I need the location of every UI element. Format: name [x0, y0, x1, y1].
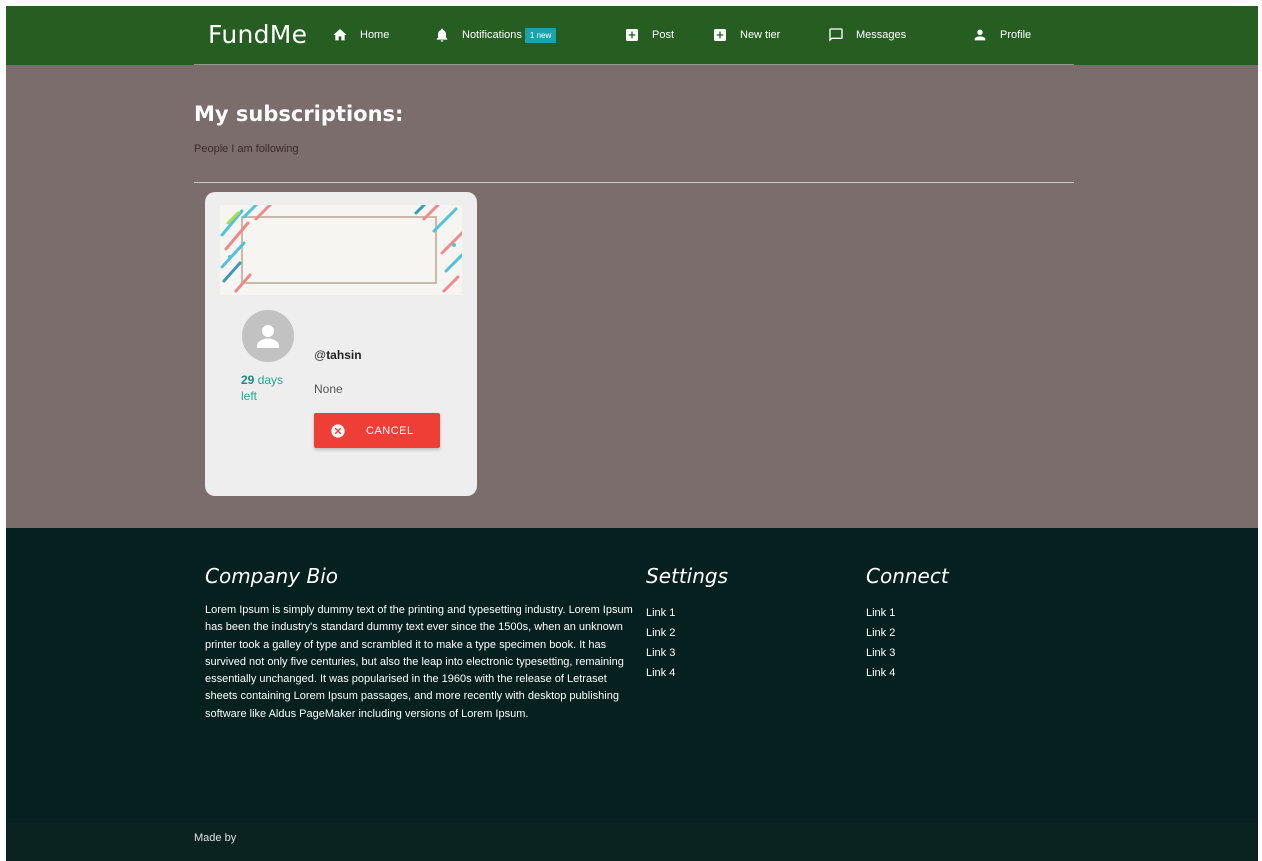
nav-messages[interactable]: Messages: [828, 24, 906, 46]
footer-connect-link[interactable]: Link 1: [866, 603, 895, 623]
footer: Company Bio Lorem Ipsum is simply dummy …: [6, 528, 1258, 861]
cancel-button[interactable]: CANCEL: [314, 413, 440, 448]
notifications-badge: 1 new: [524, 27, 557, 43]
footer-connect-links: Link 1 Link 2 Link 3 Link 4: [866, 603, 895, 683]
add-box-icon: [712, 27, 728, 43]
nav-new-tier[interactable]: New tier: [712, 24, 780, 46]
nav-notifications[interactable]: Notifications 1 new: [434, 24, 557, 46]
nav-notifications-label: Notifications: [462, 29, 522, 41]
cancel-button-label: CANCEL: [366, 424, 414, 437]
username[interactable]: @tahsin: [314, 348, 362, 362]
footer-bio-text: Lorem Ipsum is simply dummy text of the …: [205, 604, 633, 720]
nav-post-label: Post: [652, 29, 675, 41]
footer-settings-links: Link 1 Link 2 Link 3 Link 4: [646, 603, 675, 683]
nav-home[interactable]: Home: [332, 24, 389, 46]
nav-post[interactable]: Post: [624, 24, 674, 46]
nav-profile-label: Profile: [1000, 29, 1032, 41]
footer-connect-link[interactable]: Link 3: [866, 643, 895, 663]
home-icon: [332, 27, 348, 43]
footer-connect-heading: Connect: [866, 564, 949, 588]
footer-settings-link[interactable]: Link 2: [646, 623, 675, 643]
person-icon: [972, 27, 988, 43]
page: FundMe Home Notifications 1 new Post New…: [6, 6, 1258, 861]
footer-settings-link[interactable]: Link 3: [646, 643, 675, 663]
avatar[interactable]: [242, 310, 294, 362]
at-sign: @: [314, 348, 327, 362]
made-by-text: Made by: [194, 832, 237, 844]
section-divider: [194, 182, 1074, 183]
footer-settings-link[interactable]: Link 4: [646, 663, 675, 683]
brand-logo[interactable]: FundMe: [208, 20, 307, 49]
username-handle: tahsin: [326, 348, 362, 362]
footer-settings-link[interactable]: Link 1: [646, 603, 675, 623]
main-content: My subscriptions: People I am following: [6, 65, 1258, 528]
subscription-card: 29 days left @tahsin None CANCEL: [205, 192, 477, 496]
page-title: My subscriptions:: [194, 102, 404, 126]
nav-messages-label: Messages: [856, 29, 907, 41]
message-icon: [828, 27, 844, 43]
cancel-circle-icon: [330, 423, 346, 439]
navbar: FundMe Home Notifications 1 new Post New…: [6, 6, 1258, 66]
footer-connect-link[interactable]: Link 2: [866, 623, 895, 643]
days-left-number: 29: [241, 373, 255, 387]
card-banner-image: [220, 205, 462, 295]
page-subtitle: People I am following: [194, 143, 299, 155]
add-box-icon: [624, 27, 640, 43]
tier-name: None: [314, 382, 343, 396]
nav-home-label: Home: [360, 29, 390, 41]
footer-settings-heading: Settings: [646, 564, 729, 588]
days-left: 29 days left: [241, 372, 297, 404]
nav-new-tier-label: New tier: [740, 29, 781, 41]
footer-bottom-bar: Made by: [6, 823, 1258, 861]
bell-icon: [434, 27, 450, 43]
nav-profile[interactable]: Profile: [972, 24, 1031, 46]
footer-connect-link[interactable]: Link 4: [866, 663, 895, 683]
footer-bio-heading: Company Bio: [205, 564, 339, 588]
